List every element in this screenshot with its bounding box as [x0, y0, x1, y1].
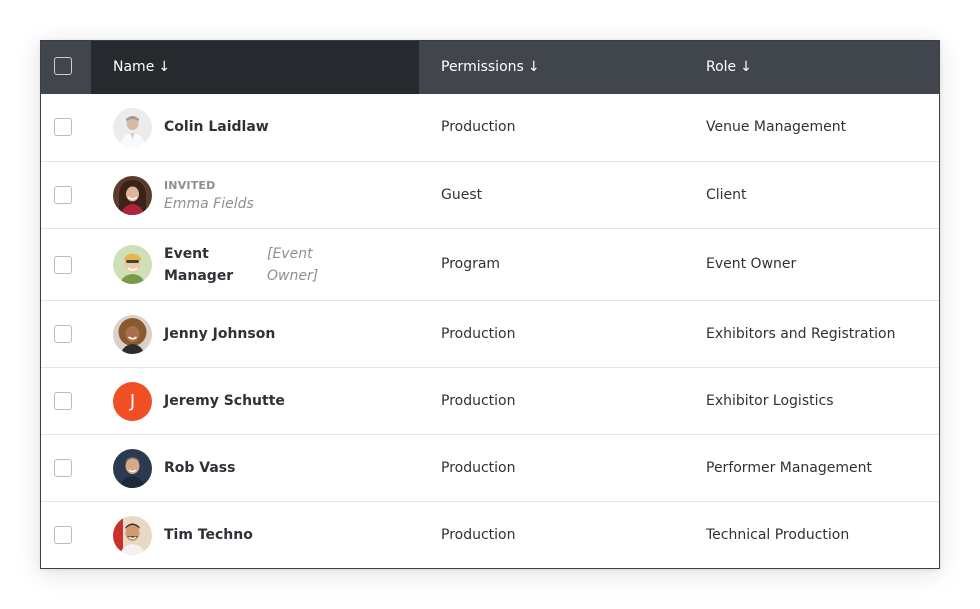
owner-tag-line: Owner] [267, 268, 319, 284]
row-checkbox[interactable] [54, 186, 72, 204]
table-header: Name ↓ Permissions ↓ Role ↓ [41, 41, 939, 94]
avatar [113, 176, 152, 215]
sort-arrow-icon: ↓ [527, 59, 540, 75]
user-name[interactable]: Emma Fields [164, 196, 254, 212]
column-header-permissions-label: Permissions [441, 59, 524, 75]
user-name[interactable]: Colin Laidlaw [164, 119, 269, 135]
table-row[interactable]: Rob Vass Production Performer Management [41, 434, 939, 501]
user-role: Client [706, 187, 747, 203]
owner-tag: [Event Owner] [267, 243, 337, 287]
row-checkbox[interactable] [54, 459, 72, 477]
table-row[interactable]: Event Manager [Event Owner] Program Even… [41, 228, 939, 300]
user-role: Venue Management [706, 119, 847, 135]
user-permission: Production [441, 119, 516, 135]
row-checkbox[interactable] [54, 325, 72, 343]
user-name[interactable]: Jeremy Schutte [164, 393, 285, 409]
column-header-role-label: Role [706, 59, 737, 75]
sort-arrow-icon: ↓ [158, 59, 171, 75]
avatar [113, 108, 152, 147]
user-permission: Program [441, 256, 501, 272]
row-checkbox[interactable] [54, 526, 72, 544]
user-name[interactable]: Tim Techno [164, 527, 253, 543]
user-permission: Production [441, 393, 516, 409]
user-name[interactable]: Jenny Johnson [164, 326, 275, 342]
row-checkbox[interactable] [54, 118, 72, 136]
user-name-line: Event [164, 246, 209, 262]
avatar [113, 245, 152, 284]
user-name[interactable]: Event Manager [164, 243, 244, 287]
table-row[interactable]: Jenny Johnson Production Exhibitors and … [41, 300, 939, 367]
table-row[interactable]: J Jeremy Schutte Production Exhibitor Lo… [41, 367, 939, 434]
column-header-name[interactable]: Name ↓ [113, 41, 170, 94]
invited-badge: INVITED [164, 179, 216, 192]
sort-arrow-icon: ↓ [740, 59, 752, 75]
users-table: Name ↓ Permissions ↓ Role ↓ Colin Laidlaw P… [40, 40, 940, 569]
user-name-line: Manager [164, 268, 234, 284]
row-checkbox[interactable] [54, 256, 72, 274]
user-permission: Production [441, 527, 516, 543]
user-permission: Guest [441, 187, 483, 203]
user-role: Exhibitor Logistics [706, 393, 834, 409]
avatar [113, 315, 152, 354]
column-header-role[interactable]: Role ↓ [706, 41, 752, 94]
table-row[interactable]: Colin Laidlaw Production Venue Managemen… [41, 94, 939, 161]
user-name[interactable]: Rob Vass [164, 460, 235, 476]
user-role: Exhibitors and Registration [706, 326, 896, 342]
owner-tag-line: [Event [267, 246, 313, 262]
avatar [113, 516, 152, 555]
row-checkbox[interactable] [54, 392, 72, 410]
user-role: Technical Production [706, 527, 850, 543]
table-row[interactable]: Tim Techno Production Technical Producti… [41, 501, 939, 568]
column-header-name-label: Name [113, 59, 155, 75]
user-permission: Production [441, 460, 516, 476]
user-permission: Production [441, 326, 516, 342]
user-role: Performer Management [706, 460, 872, 476]
avatar: J [113, 382, 152, 421]
select-all-checkbox[interactable] [54, 57, 72, 75]
user-role: Event Owner [706, 256, 797, 272]
table-row[interactable]: INVITED Emma Fields Guest Client [41, 161, 939, 228]
column-header-permissions[interactable]: Permissions ↓ [441, 41, 540, 94]
avatar [113, 449, 152, 488]
